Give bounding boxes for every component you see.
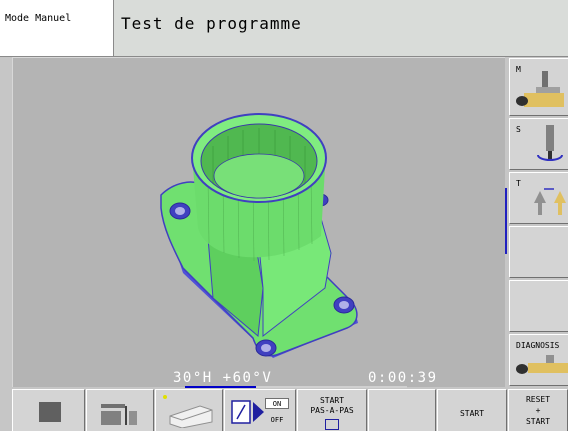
operating-mode-label: Mode Manuel [5,13,72,24]
view-3d-softkey[interactable] [155,389,223,431]
softkey-diagnosis-label: DIAGNOSIS [516,341,560,350]
softkey-t-tool[interactable]: T [509,172,568,224]
operating-mode-panel: Mode Manuel [0,0,114,57]
view-3d-icon [163,395,213,428]
blank-softkey[interactable] [368,389,436,431]
softkey-empty-2[interactable] [509,280,568,332]
softkey-empty-1[interactable] [509,226,568,278]
reset-start-line1: RESET [525,395,551,404]
simulation-progress-fill [185,386,257,388]
softkey-row-marker [505,188,507,254]
simulation-progress-bar [185,386,407,388]
block-skip-softkey[interactable]: ON OFF [224,389,296,431]
reset-start-line2: + [535,406,541,415]
stop-softkey[interactable] [12,389,85,431]
program-mode-panel: Test de programme [114,0,568,57]
start-softkey[interactable]: START [437,389,507,431]
program-mode-title: Test de programme [121,14,302,33]
reset-start-softkey[interactable]: RESET + START [508,389,568,431]
single-step-line1: START [319,396,345,405]
stop-square-icon [39,402,61,422]
softkey-m-function[interactable]: M [509,58,568,116]
diagnosis-icon [516,355,568,374]
single-step-icon [325,419,339,430]
plan-view-softkey[interactable] [86,389,154,431]
plan-view-icon [101,404,137,425]
softkey-s-speed[interactable]: S [509,118,568,170]
start-label: START [459,409,485,418]
view-angle-readout: 30°H +60°V [173,370,273,386]
block-skip-icon [231,400,264,424]
block-skip-on-state: ON [265,398,289,409]
spindle-function-icon [516,71,564,107]
single-step-softkey[interactable]: START PAS-A-PAS [297,389,367,431]
block-skip-off-state: OFF [270,416,284,424]
simulation-viewport[interactable]: 30°H +60°V 0:00:39 [12,57,505,388]
tool-call-icon [534,188,566,215]
spindle-speed-icon [537,125,563,161]
softkey-t-label: T [516,179,521,188]
reset-start-line3: START [525,417,551,426]
softkey-s-label: S [516,125,521,134]
softkey-diagnosis[interactable]: DIAGNOSIS [509,334,568,386]
machining-time: 0:00:39 [368,370,438,386]
workpiece-3d-render [160,113,358,358]
single-step-line2: PAS-A-PAS [310,406,354,415]
